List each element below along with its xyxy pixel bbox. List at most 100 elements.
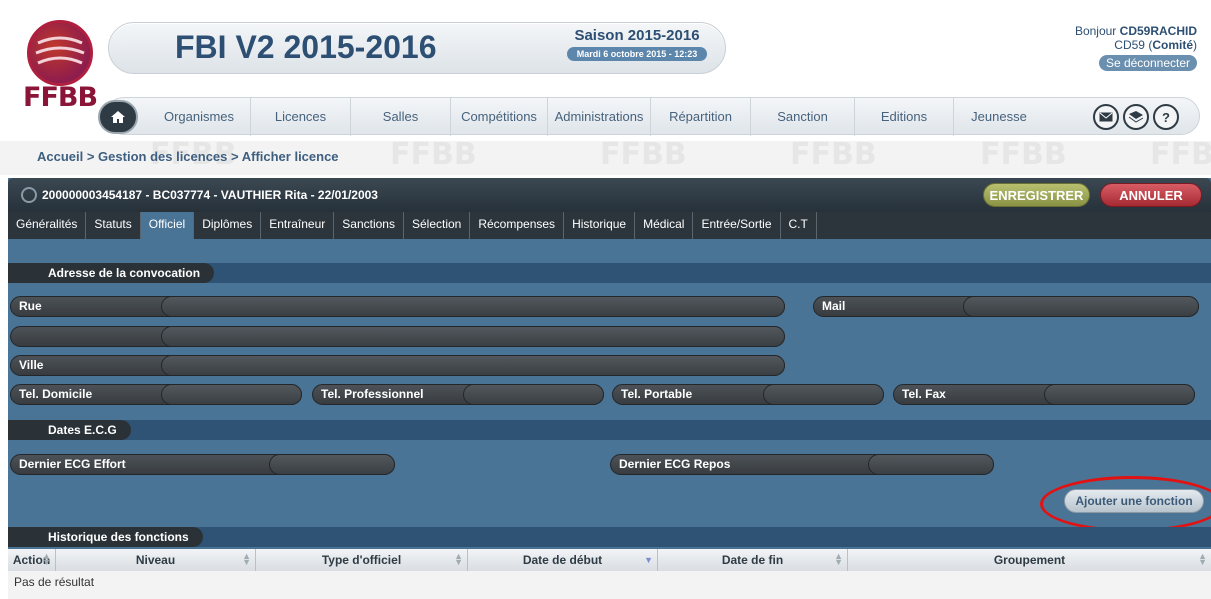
tab-entraineur[interactable]: Entraîneur [261,212,335,239]
app-title-banner: FBI V2 2015-2016 Saison 2015-2016 Mardi … [108,22,726,74]
season-box: Saison 2015-2016 Mardi 6 octobre 2015 - … [547,27,727,62]
tab-statuts[interactable]: Statuts [86,212,141,239]
ffbb-logo: FFBB [20,20,100,113]
greeting: Bonjour [1074,24,1117,38]
tel-portable-field: Tel. Portable [612,384,884,405]
address-section-title: Adresse de la convocation [8,263,215,283]
ville-field: Ville [10,355,785,376]
nav-licences[interactable]: Licences [251,98,351,136]
tel-domicile-input[interactable] [161,384,302,405]
tab-sanctions[interactable]: Sanctions [334,212,404,239]
nav-organismes[interactable]: Organismes [148,98,251,136]
home-icon [111,111,125,123]
nav-sanction[interactable]: Sanction [751,98,855,136]
basketball-logo-icon [27,20,93,86]
breadcrumb: FFBB FFBB FFBB FFBB FFBB FFBB Accueil > … [0,141,1211,175]
sort-icon: ▲ ▼ [42,551,51,567]
season-date: Mardi 6 octobre 2015 - 12:23 [566,47,708,61]
tab-bar: Généralités Statuts Officiel Diplômes En… [8,212,1211,239]
tab-medical[interactable]: Médical [635,212,694,239]
mail-icon[interactable] [1093,104,1119,130]
tab-entree-sortie[interactable]: Entrée/Sortie [693,212,781,239]
help-icon[interactable]: ? [1153,104,1179,130]
ecg-repos-field: Dernier ECG Repos [610,454,994,475]
season-title: Saison 2015-2016 [574,27,700,44]
history-section-bar: Historique des fonctions [8,527,1211,547]
rue-label: Rue [19,299,42,313]
sort-icon: ▲ ▼ [242,551,251,567]
tab-diplomes[interactable]: Diplômes [194,212,262,239]
history-table-header: Action ▲ ▼ Niveau ▲ ▼ Type d'officiel ▲ ▼ Date… [8,549,1211,571]
tab-selection[interactable]: Sélection [404,212,471,239]
ville-input[interactable] [161,355,785,376]
rue-2-input[interactable] [161,326,785,347]
tab-recompenses[interactable]: Récompenses [470,212,565,239]
tel-portable-input[interactable] [763,384,884,405]
user-info: Bonjour CD59RACHID CD59 (Comité) Se déco… [1074,24,1197,71]
tel-domicile-label: Tel. Domicile [19,387,93,401]
empty-result-text: Pas de résultat [14,575,95,589]
user-org-type: Comité [1152,38,1193,52]
record-title: 200000003454187 - BC037774 - VAUTHIER Ri… [42,188,378,202]
logo-text: FFBB [23,82,98,113]
book-icon[interactable] [1123,104,1149,130]
rue-input[interactable] [161,296,785,317]
col-niveau[interactable]: Niveau ▲ ▼ [56,549,256,571]
ecg-effort-field: Dernier ECG Effort [10,454,395,475]
tel-fax-input[interactable] [1044,384,1195,405]
sort-icon: ▲ ▼ [1198,551,1207,567]
cancel-button[interactable]: ANNULER [1100,183,1202,207]
ecg-repos-input[interactable] [868,454,994,475]
sort-icon: ▼ [644,555,653,565]
tel-pro-field: Tel. Professionnel [312,384,604,405]
breadcrumb-text[interactable]: Accueil > Gestion des licences > Affiche… [37,149,339,164]
ecg-effort-input[interactable] [269,454,395,475]
sort-icon: ▲ ▼ [454,551,463,567]
home-button[interactable] [98,100,138,134]
save-button[interactable]: ENREGISTRER [983,183,1090,207]
mail-field: Mail [813,296,1199,317]
nav-repartition[interactable]: Répartition [651,98,751,136]
panel-header: 200000003454187 - BC037774 - VAUTHIER Ri… [8,178,1211,212]
nav-competitions[interactable]: Compétitions [451,98,548,136]
logout-button[interactable]: Se déconnecter [1098,55,1197,71]
tab-ct[interactable]: C.T [781,212,817,239]
col-type-officiel[interactable]: Type d'officiel ▲ ▼ [256,549,468,571]
nav-salles[interactable]: Salles [351,98,451,136]
main-nav: Organismes Licences Salles Compétitions … [98,97,1200,136]
tel-fax-field: Tel. Fax [893,384,1195,405]
rue-field: Rue [10,296,785,317]
tab-officiel[interactable]: Officiel [140,212,195,239]
tel-pro-label: Tel. Professionnel [321,387,424,401]
col-groupement[interactable]: Groupement ▲ ▼ [848,549,1211,571]
licence-panel: 200000003454187 - BC037774 - VAUTHIER Ri… [8,178,1211,599]
nav-editions[interactable]: Editions [855,98,954,136]
tel-fax-label: Tel. Fax [902,387,946,401]
col-action[interactable]: Action ▲ ▼ [8,549,56,571]
tel-pro-input[interactable] [463,384,604,405]
history-table-body: Pas de résultat [8,571,1211,599]
tel-portable-label: Tel. Portable [621,387,693,401]
ecg-repos-label: Dernier ECG Repos [619,457,731,471]
tel-domicile-field: Tel. Domicile [10,384,302,405]
user-org: CD59 [1114,38,1145,52]
ecg-section-bar: Dates E.C.G [8,420,1211,440]
record-icon [21,187,37,203]
history-section-title: Historique des fonctions [8,527,203,547]
ville-label: Ville [19,358,44,372]
highlight-annotation [1040,476,1211,532]
nav-administrations[interactable]: Administrations [548,98,651,136]
rue-2-field [10,326,785,347]
col-date-debut[interactable]: Date de début ▼ [468,549,658,571]
tab-generalites[interactable]: Généralités [8,212,87,239]
ecg-section-title: Dates E.C.G [8,420,131,440]
tab-historique[interactable]: Historique [564,212,636,239]
mail-input[interactable] [963,296,1199,317]
sort-icon: ▲ ▼ [834,551,843,567]
col-date-fin[interactable]: Date de fin ▲ ▼ [658,549,848,571]
address-section-bar: Adresse de la convocation [8,263,1211,283]
username: CD59RACHID [1119,24,1197,38]
nav-jeunesse[interactable]: Jeunesse [954,98,1044,136]
mail-label: Mail [822,299,846,313]
ecg-effort-label: Dernier ECG Effort [19,457,126,471]
